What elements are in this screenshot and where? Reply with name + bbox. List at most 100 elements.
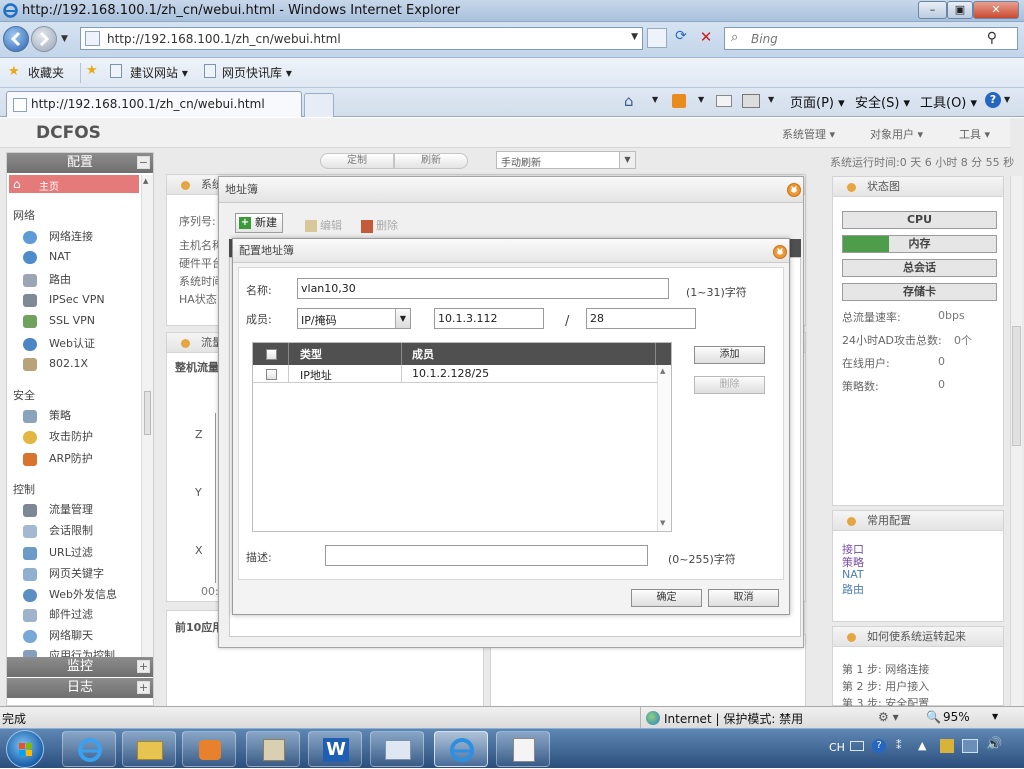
favorites-star-icon[interactable]: ★ — [8, 64, 20, 79]
page-scrollbar[interactable] — [1010, 176, 1022, 706]
refresh-mode-select[interactable]: 手动刷新 ▼ — [496, 151, 636, 169]
browser-tab[interactable]: http://192.168.100.1/zh_cn/webui.html — [6, 91, 302, 117]
help-dropdown-icon[interactable]: ▼ — [1004, 95, 1010, 104]
add-member-button[interactable]: 添加 — [694, 346, 765, 364]
language-indicator[interactable]: CH — [829, 741, 845, 754]
taskbar-network-icon[interactable] — [370, 731, 424, 767]
expand-icon[interactable]: + — [137, 660, 150, 673]
tracking-icon[interactable]: ⚙ ▾ — [878, 710, 899, 724]
menu-object-users[interactable]: 对象用户 ▾ — [870, 126, 923, 142]
delete-member-button[interactable]: 删除 — [694, 376, 765, 394]
tray-options-icon[interactable]: ⁑ — [896, 739, 902, 752]
safety-menu[interactable]: 安全(S) ▾ — [855, 92, 910, 111]
sidebar-item-arp-defense[interactable]: ARP防护 — [23, 450, 93, 466]
sidebar-header-config[interactable]: 配置 − — [7, 153, 153, 173]
start-button[interactable] — [6, 730, 44, 768]
refresh-icon[interactable]: ⟳ — [670, 28, 692, 48]
select-all-checkbox[interactable] — [266, 349, 277, 360]
search-box[interactable]: ⌕ Bing ⚲ — [724, 27, 1018, 50]
scroll-up-icon[interactable]: ▲ — [660, 367, 665, 375]
sidebar-header-monitor[interactable]: 监控 + — [7, 657, 153, 677]
howto-step[interactable]: 第 3 步: 安全配置 — [842, 695, 929, 706]
feeds-dropdown-icon[interactable]: ▼ — [698, 95, 704, 104]
taskbar-wps-icon[interactable]: W — [308, 731, 362, 767]
howto-step[interactable]: 第 1 步: 网络连接 — [842, 661, 929, 677]
zoom-control[interactable]: 🔍 95% — [926, 710, 970, 724]
compat-view-icon[interactable] — [647, 28, 667, 48]
link-nat[interactable]: NAT — [842, 568, 864, 581]
sidebar-item-8021x[interactable]: 802.1X — [23, 357, 88, 371]
cancel-button[interactable]: 取消 — [708, 589, 779, 607]
home-icon[interactable]: ⌂ — [624, 92, 634, 110]
print-icon[interactable] — [742, 94, 760, 108]
stop-icon[interactable]: ✕ — [696, 28, 716, 48]
taskbar-explorer-icon[interactable] — [122, 731, 176, 767]
scroll-thumb[interactable] — [144, 391, 151, 435]
column-header-member[interactable]: 成员 — [412, 346, 434, 362]
sidebar-item-network-connection[interactable]: 网络连接 — [23, 228, 93, 244]
collapse-icon[interactable]: − — [137, 156, 150, 169]
expand-icon[interactable]: + — [137, 681, 150, 694]
minimize-button[interactable]: – — [918, 1, 947, 19]
new-button[interactable]: + 新建 — [235, 213, 283, 233]
taskbar-app-icon[interactable] — [246, 731, 300, 767]
action-center-icon[interactable] — [940, 739, 954, 753]
network-tray-icon[interactable] — [962, 739, 978, 753]
sidebar-item-web-outbound[interactable]: Web外发信息 — [23, 586, 117, 602]
maximize-button[interactable]: ▣ — [947, 1, 973, 19]
help-icon[interactable]: ? — [985, 92, 1001, 108]
sidebar-item-im-chat[interactable]: 网络聊天 — [23, 627, 93, 643]
sidebar-item-web-keyword[interactable]: 网页关键字 — [23, 565, 104, 581]
sidebar-item-attack-defense[interactable]: 攻击防护 — [23, 428, 93, 444]
suggested-sites-link[interactable]: 建议网站 ▾ — [130, 64, 188, 81]
search-icon[interactable]: ⚲ — [987, 30, 997, 46]
recent-pages-icon[interactable]: ▼ — [61, 34, 68, 44]
sidebar-item-policy[interactable]: 策略 — [23, 407, 71, 423]
menu-system-management[interactable]: 系统管理 ▾ — [782, 126, 835, 142]
forward-icon[interactable] — [31, 26, 57, 52]
chevron-down-icon[interactable]: ▼ — [395, 309, 410, 328]
close-window-button[interactable]: ✕ — [973, 1, 1019, 19]
edit-button[interactable]: 编辑 — [305, 217, 342, 233]
sidebar-item-ipsec-vpn[interactable]: IPSec VPN — [23, 293, 105, 307]
sidebar-item-nat[interactable]: NAT — [23, 250, 71, 264]
taskbar-ie-active-icon[interactable] — [434, 731, 488, 767]
row-checkbox[interactable] — [266, 369, 277, 380]
link-route[interactable]: 路由 — [842, 581, 864, 597]
sidebar-item-traffic-mgmt[interactable]: 流量管理 — [23, 501, 93, 517]
menu-tools[interactable]: 工具 ▾ — [959, 126, 990, 142]
scroll-thumb[interactable] — [1012, 326, 1021, 446]
taskbar-document-icon[interactable] — [496, 731, 550, 767]
help-tray-icon[interactable]: ? — [872, 739, 886, 753]
scroll-down-icon[interactable]: ▼ — [660, 519, 665, 527]
show-hidden-icons[interactable]: ▲ — [918, 739, 926, 752]
mask-input[interactable]: 28 — [586, 308, 696, 329]
sidebar-item-ssl-vpn[interactable]: SSL VPN — [23, 314, 95, 328]
search-placeholder[interactable]: Bing — [751, 32, 778, 46]
ok-button[interactable]: 确定 — [631, 589, 702, 607]
tab-title[interactable]: http://192.168.100.1/zh_cn/webui.html — [31, 97, 265, 111]
name-input[interactable]: vlan10,30 — [297, 278, 669, 299]
table-scrollbar[interactable]: ▲ ▼ — [657, 365, 671, 531]
chevron-down-icon[interactable]: ▼ — [619, 152, 635, 168]
member-type-select[interactable]: IP/掩码 ▼ — [297, 308, 411, 329]
delete-button[interactable]: 删除 — [361, 217, 398, 233]
scroll-up-icon[interactable]: ▲ — [143, 177, 148, 185]
column-header-type[interactable]: 类型 — [300, 346, 322, 362]
favorites-button[interactable]: 收藏夹 — [28, 64, 64, 81]
home-dropdown-icon[interactable]: ▼ — [652, 95, 658, 104]
sidebar-item-url-filter[interactable]: URL过滤 — [23, 544, 93, 560]
sidebar-item-app-behavior[interactable]: 应用行为控制 — [23, 647, 115, 657]
zoom-dropdown-icon[interactable]: ▼ — [992, 712, 998, 721]
description-input[interactable] — [325, 545, 648, 566]
close-icon[interactable]: × — [787, 183, 801, 197]
security-zone-text[interactable]: Internet | 保护模式: 禁用 — [664, 710, 803, 727]
new-tab-button[interactable] — [304, 93, 334, 117]
sidebar-item-home[interactable]: ⌂ 主页 — [9, 175, 139, 193]
address-bar[interactable]: http://192.168.100.1/zh_cn/webui.html ▼ — [80, 27, 643, 50]
taskbar-media-player-icon[interactable] — [182, 731, 236, 767]
customize-button[interactable]: 定制 — [320, 153, 394, 169]
address-dropdown-icon[interactable]: ▼ — [631, 32, 638, 42]
sidebar-item-mail-filter[interactable]: 邮件过滤 — [23, 606, 93, 622]
back-icon[interactable] — [3, 26, 29, 52]
